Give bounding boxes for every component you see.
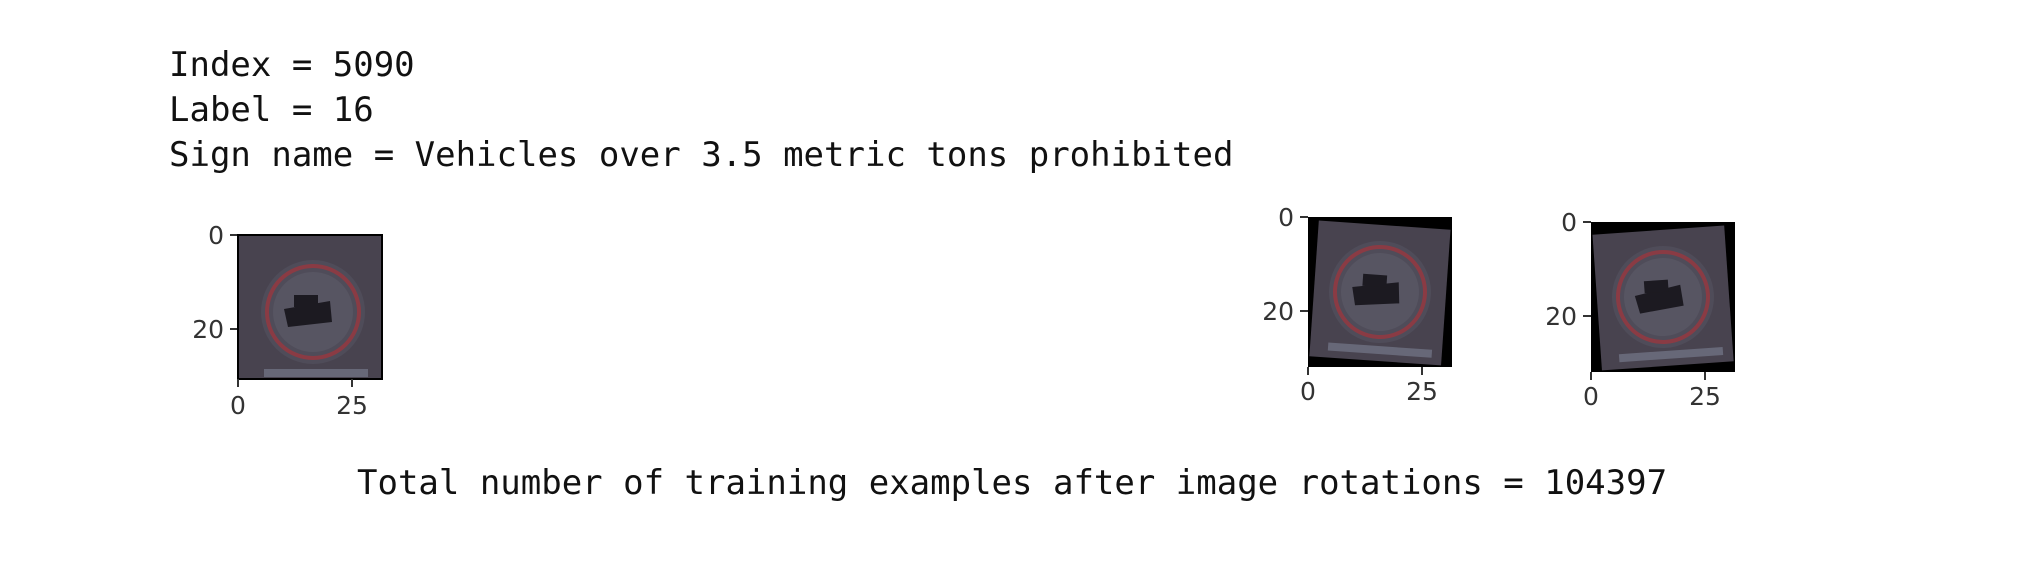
x-tick-label: 0 (1300, 377, 1316, 406)
rotated-traffic-sign-image (1308, 217, 1452, 367)
x-tick-label: 25 (336, 391, 368, 420)
y-tick-label: 20 (1545, 302, 1577, 331)
x-tick-label: 25 (1689, 382, 1721, 411)
y-tick-label: 0 (208, 221, 224, 250)
y-tick-label: 0 (1278, 203, 1294, 232)
rotated-image-2-plot: 0 20 0 25 (1533, 208, 1793, 440)
y-tick-label: 20 (1262, 297, 1294, 326)
rotated-image-2-x-axis: 0 25 (1583, 372, 1721, 411)
rotated-image-1-y-axis: 0 20 (1262, 203, 1308, 326)
original-image-plot: 0 20 0 25 (180, 221, 440, 455)
x-tick-label: 0 (230, 391, 246, 420)
rotated-image-2-y-axis: 0 20 (1545, 208, 1591, 331)
sign-name-text: Sign name = Vehicles over 3.5 metric ton… (169, 135, 1234, 175)
x-tick-label: 0 (1583, 382, 1599, 411)
traffic-sign-image (237, 234, 383, 380)
original-image-x-axis: 0 25 (230, 379, 368, 420)
label-text: Label = 16 (169, 90, 374, 130)
total-training-examples-text: Total number of training examples after … (357, 463, 1668, 503)
y-tick-label: 20 (192, 315, 224, 344)
rotated-image-1-x-axis: 0 25 (1300, 367, 1438, 406)
rotated-traffic-sign-image (1591, 222, 1735, 372)
rotated-image-1-plot: 0 20 0 25 (1250, 203, 1510, 435)
index-text: Index = 5090 (169, 45, 415, 85)
original-image-y-axis: 0 20 (192, 221, 238, 344)
y-tick-label: 0 (1561, 208, 1577, 237)
x-tick-label: 25 (1406, 377, 1438, 406)
